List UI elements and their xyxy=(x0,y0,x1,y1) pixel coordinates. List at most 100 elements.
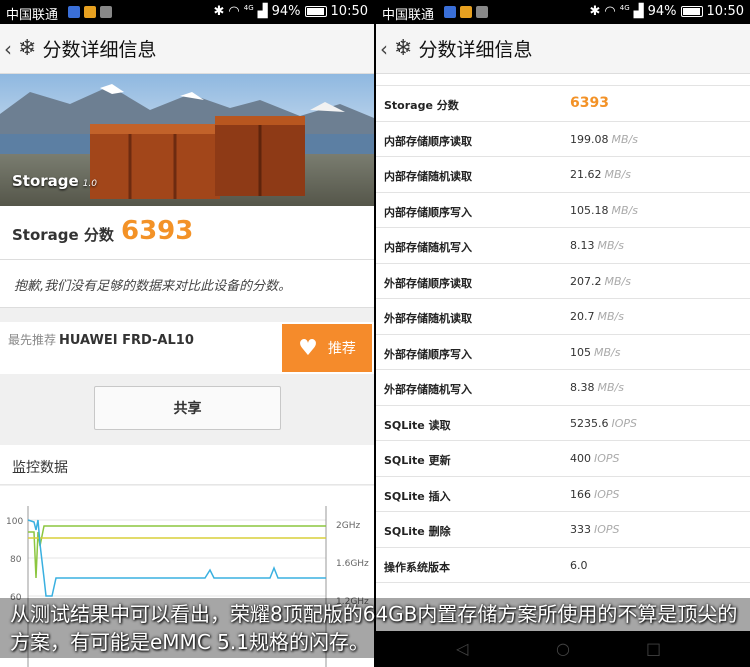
table-row: 内部存储随机读取 21.62 MB/s xyxy=(376,157,750,193)
row-value-number: 333 xyxy=(570,523,591,536)
row-unit: MB/s xyxy=(597,239,624,252)
row-value: 207.2 MB/s xyxy=(570,275,631,288)
row-label: 操作系统版本 xyxy=(384,560,450,574)
row-value-number: 5235.6 xyxy=(570,416,609,430)
row-value-number: 21.62 xyxy=(570,168,602,181)
row-unit: MB/s xyxy=(594,345,621,359)
table-row: SQLite 更新 400 IOPS xyxy=(376,441,750,477)
row-label: 外部存储顺序读取 xyxy=(384,276,472,290)
row-value-number: 400 xyxy=(570,452,591,465)
row-value: 21.62 MB/s xyxy=(570,168,631,181)
row-value: 5235.6 IOPS xyxy=(570,417,637,430)
series-line xyxy=(28,525,326,579)
row-value-number: 199.08 xyxy=(570,132,609,146)
row-value: 8.13 MB/s xyxy=(570,239,624,252)
table-row: SQLite 插入 166 IOPS xyxy=(376,477,750,512)
page-title: 分数详细信息 xyxy=(42,39,157,61)
row-value-number: 8.13 xyxy=(570,239,595,252)
table-row: 外部存储随机读取 20.7 MB/s xyxy=(376,299,750,335)
row-value: 333 IOPS xyxy=(570,523,620,536)
hero-title: Storage xyxy=(12,172,79,190)
table-row: SQLite 删除 333 IOPS xyxy=(376,512,750,548)
signal-icon: ▟ xyxy=(257,4,268,19)
y-tick-label: 80 xyxy=(10,555,22,565)
notification-icon xyxy=(476,6,488,18)
left-screen: 中国联通 ✱ ◠ 4G ▟ 94% 10:50 ‹ ❄ 分数详细信息 Stora… xyxy=(0,0,374,667)
row-label: SQLite 插入 xyxy=(384,489,451,503)
recommend-prefix-text: 最先推荐 xyxy=(8,333,57,347)
row-value-number: 207.2 xyxy=(570,274,602,288)
recommend-button-label: 推荐 xyxy=(327,341,356,357)
row-label: 外部存储随机读取 xyxy=(384,312,472,325)
row-unit: IOPS xyxy=(611,416,638,430)
battery-percent: 94% xyxy=(647,4,677,19)
row-value: 6393 xyxy=(570,95,612,111)
wifi-icon: ◠ xyxy=(228,4,240,19)
monitor-header: 监控数据 xyxy=(0,445,374,485)
list-section-stub xyxy=(376,74,750,86)
row-value-number: 20.7 xyxy=(570,310,595,323)
battery-icon xyxy=(304,6,327,17)
comparison-notice: 抱歉,我们没有足够的数据来对比此设备的分数。 xyxy=(0,260,374,308)
right-screen: 中国联通 ✱ ◠ 4G ▟ 94% 10:50 ‹ ❄ 分数详细信息 Stora… xyxy=(376,0,750,667)
row-label: SQLite 删除 xyxy=(384,525,451,538)
page-title: 分数详细信息 xyxy=(418,39,533,61)
y-right-tick-label: 2GHz xyxy=(336,521,360,531)
network-type-label: 4G xyxy=(243,3,254,12)
battery-percent: 94% xyxy=(271,4,301,19)
score-detail-list[interactable]: Storage 分数 6393 内部存储顺序读取 199.08 MB/s 内部存储随机读取… xyxy=(376,74,750,667)
row-value-number: 6393 xyxy=(570,95,609,111)
bluetooth-icon: ✱ xyxy=(213,4,225,19)
row-unit: MB/s xyxy=(611,203,638,217)
battery-icon xyxy=(680,6,703,17)
storage-hero-image: Storage 1.0 xyxy=(0,74,374,206)
hero-label: Storage 1.0 xyxy=(12,172,97,190)
title-bar: ‹ ❄ 分数详细信息 xyxy=(0,24,374,74)
row-value-number: 8.38 xyxy=(570,381,595,394)
notification-icon xyxy=(460,6,472,18)
table-row: 外部存储随机写入 8.38 MB/s xyxy=(376,370,750,406)
row-value: 6.0 xyxy=(570,559,591,572)
table-row: 外部存储顺序读取 207.2 MB/s xyxy=(376,264,750,299)
row-label: 内部存储顺序写入 xyxy=(384,205,472,219)
row-unit: IOPS xyxy=(594,523,620,536)
wifi-icon: ◠ xyxy=(604,4,616,19)
snowflake-icon: ❄ xyxy=(394,36,413,61)
back-chevron-icon[interactable]: ‹ xyxy=(380,37,392,61)
notification-icon xyxy=(444,6,456,18)
table-row: 内部存储顺序读取 199.08 MB/s xyxy=(376,122,750,157)
row-unit: IOPS xyxy=(594,487,620,501)
row-value-number: 105 xyxy=(570,345,591,359)
share-button[interactable]: 共享 xyxy=(94,386,281,430)
table-row: Storage 分数 6393 xyxy=(376,86,750,122)
table-row: 操作系统版本 6.0 xyxy=(376,548,750,583)
notification-icon xyxy=(68,6,80,18)
row-value-number: 166 xyxy=(570,487,591,501)
recommendation-row: 最先推荐 HUAWEI FRD-AL10 ♥ 推荐 xyxy=(0,322,374,374)
notification-icon xyxy=(84,6,96,18)
row-value: 105.18 MB/s xyxy=(570,204,638,217)
score-label: Storage 分数 xyxy=(12,226,114,244)
row-label: 外部存储顺序写入 xyxy=(384,347,472,361)
y-tick-label: 100 xyxy=(6,517,23,527)
back-chevron-icon[interactable]: ‹ xyxy=(4,37,16,61)
table-row: 内部存储顺序写入 105.18 MB/s xyxy=(376,193,750,228)
snowflake-icon: ❄ xyxy=(18,36,37,61)
table-row: 外部存储顺序写入 105 MB/s xyxy=(376,335,750,370)
heart-icon: ♥ xyxy=(298,335,318,361)
status-bar: 中国联通 ✱ ◠ 4G ▟ 94% 10:50 xyxy=(376,0,750,24)
signal-icon: ▟ xyxy=(633,4,644,19)
title-bar: ‹ ❄ 分数详细信息 xyxy=(376,24,750,74)
row-value-number: 105.18 xyxy=(570,203,609,217)
monitor-title: 监控数据 xyxy=(12,460,68,476)
status-bar: 中国联通 ✱ ◠ 4G ▟ 94% 10:50 xyxy=(0,0,374,24)
row-label: 外部存储随机写入 xyxy=(384,383,472,396)
row-unit: IOPS xyxy=(594,452,620,465)
row-unit: MB/s xyxy=(597,381,624,394)
score-value: 6393 xyxy=(121,216,194,246)
notification-icons xyxy=(444,6,488,18)
recommend-button[interactable]: ♥ 推荐 xyxy=(282,324,372,372)
notice-text: 抱歉,我们没有足够的数据来对比此设备的分数。 xyxy=(14,279,292,294)
clock: 10:50 xyxy=(706,4,744,19)
row-unit: MB/s xyxy=(597,310,624,323)
